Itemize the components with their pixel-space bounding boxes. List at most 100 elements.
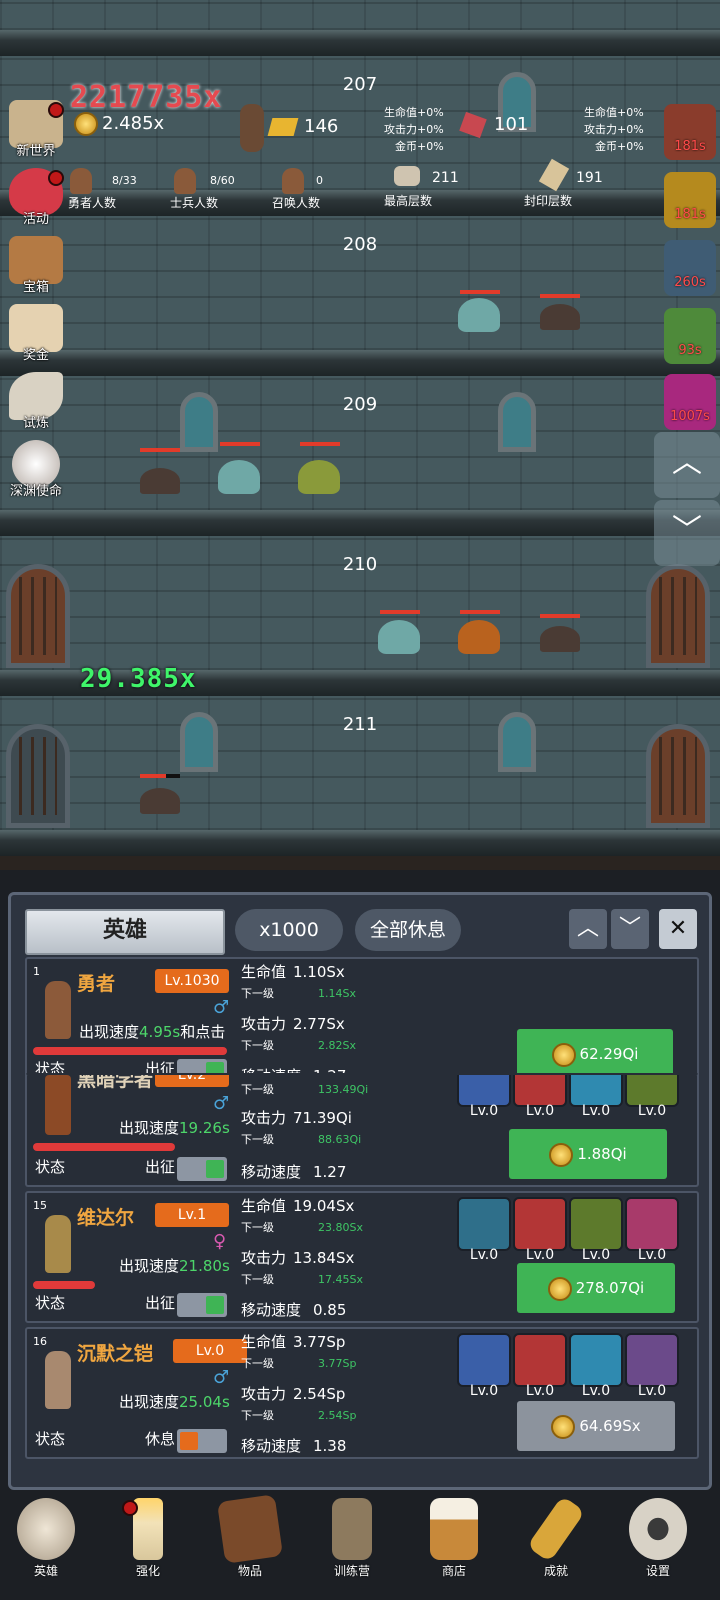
coin-icon: [551, 1414, 576, 1439]
nav-achievements[interactable]: 成就: [516, 1495, 596, 1579]
tab-hero[interactable]: 英雄: [25, 909, 225, 955]
nav-upgrade[interactable]: 强化: [108, 1498, 188, 1579]
hero-card[interactable]: 16 沉默之铠 Lv.0 ♂ 出现速度25.04s 状态 休息 生命值 3.77S…: [25, 1327, 699, 1459]
nav-hero[interactable]: 英雄: [6, 1498, 86, 1579]
damage-text: 29.385x: [80, 664, 197, 694]
hero-level-badge: Lv.0: [173, 1339, 247, 1363]
floor-211: 211: [0, 696, 720, 856]
multiplier-button[interactable]: x1000: [235, 909, 343, 951]
sortie-toggle[interactable]: [177, 1157, 227, 1181]
upgrade-button[interactable]: 62.29Qi: [517, 1029, 673, 1079]
spider-enemy[interactable]: [540, 304, 580, 330]
event-button[interactable]: 活动: [4, 168, 68, 230]
trial-button[interactable]: 试炼: [4, 372, 68, 434]
close-icon[interactable]: ✕: [659, 909, 697, 949]
floor-number: 209: [342, 394, 378, 415]
ranger-icon[interactable]: Lv.0: [625, 1075, 679, 1119]
hero-card[interactable]: 15 维达尔 Lv.1 ♀ 出现速度21.80s 状态 出征 生命值 19.04S…: [25, 1191, 699, 1323]
notification-dot: [122, 1500, 138, 1516]
hero-level-badge: Lv.2: [155, 1075, 229, 1087]
dual-sword-icon[interactable]: Lv.0: [569, 1197, 623, 1263]
hero-card[interactable]: 1 勇者 Lv.1030 ♂ 出现速度4.95s和点击 状态 出征 生命值 1.1…: [25, 957, 699, 1089]
gem-counter: 101: [459, 111, 528, 139]
notification-dot: [48, 170, 64, 186]
shield-icon[interactable]: Lv.0: [457, 1333, 511, 1399]
floor-209: 209: [0, 376, 720, 536]
spawn-speed: 出现速度19.26s: [119, 1119, 230, 1137]
male-icon: ♂: [213, 1093, 230, 1114]
state-label: 状态: [35, 1294, 66, 1312]
fire-arm-icon[interactable]: Lv.0: [457, 1075, 511, 1119]
sortie-label: 出征: [145, 1158, 176, 1176]
new-world-button[interactable]: 新世界: [4, 100, 68, 162]
gear-icon: [629, 1498, 687, 1560]
nav-training[interactable]: 训练营: [312, 1498, 392, 1579]
window: [180, 712, 218, 772]
scroll-down-button[interactable]: ﹀: [654, 500, 720, 566]
spider-enemy[interactable]: [140, 788, 180, 814]
floor-number: 210: [342, 554, 378, 575]
unit-count-row: 8/33 勇者人数 8/60 士兵人数 0 召唤人数: [60, 160, 360, 210]
reward-button[interactable]: 奖金: [4, 304, 68, 366]
enemy-hp-bar: [380, 610, 420, 614]
upgrade-button[interactable]: 278.07Qi: [517, 1263, 675, 1313]
slime-enemy[interactable]: [298, 460, 340, 494]
sword-icon[interactable]: Lv.0: [513, 1197, 567, 1263]
page-down-button[interactable]: ﹀: [611, 909, 649, 949]
hero-card[interactable]: 黑暗学者 Lv.2 ♂ 出现速度19.26s 状态 出征 下一级 133.49Qi…: [25, 1073, 699, 1187]
rest-all-button[interactable]: 全部休息: [355, 909, 461, 951]
hero-hp-bar: [33, 1143, 175, 1151]
enemy-hp-bar: [540, 294, 580, 298]
key-icon: [526, 1495, 586, 1563]
sword-icon[interactable]: Lv.0: [513, 1075, 567, 1119]
gauntlet-icon[interactable]: Lv.0: [569, 1333, 623, 1399]
nav-items[interactable]: 物品: [210, 1494, 290, 1579]
enemy-hp-bar: [460, 610, 500, 614]
boost-timer-button[interactable]: 1007s: [664, 374, 716, 430]
wing-boot-icon[interactable]: Lv.0: [569, 1075, 623, 1119]
nav-settings[interactable]: 设置: [618, 1498, 698, 1579]
upgrade-button[interactable]: 64.69Sx: [517, 1401, 675, 1451]
enemy-hp-bar: [300, 442, 340, 446]
spider-enemy[interactable]: [140, 468, 180, 494]
floor-stats-row: 211 最高层数 191 封印层数: [384, 158, 634, 210]
state-label: 状态: [35, 1430, 66, 1448]
notification-dot: [48, 102, 64, 118]
nav-shop[interactable]: 商店: [414, 1498, 494, 1579]
upgrade-button[interactable]: 1.88Qi: [509, 1129, 667, 1179]
sword-icon[interactable]: Lv.0: [513, 1333, 567, 1399]
slime-enemy[interactable]: [458, 298, 500, 332]
spider-enemy[interactable]: [540, 626, 580, 652]
beer-icon: [430, 1498, 478, 1560]
floor-206: [0, 0, 720, 56]
hero-hp-bar: [33, 1047, 227, 1055]
dungeon-view: 207 208 209 210 211 2217735x 29.385x 2.4…: [0, 0, 720, 870]
boost-timer-button[interactable]: 181s: [664, 172, 716, 228]
stone-icon: [394, 166, 420, 186]
sortie-toggle[interactable]: [177, 1429, 227, 1453]
assassin-icon[interactable]: Lv.0: [625, 1333, 679, 1399]
slime-enemy[interactable]: [378, 620, 420, 654]
bonus-list-right: 生命值+0% 攻击力+0% 金币+0%: [584, 106, 644, 153]
boot-icon[interactable]: Lv.0: [625, 1197, 679, 1263]
coin-icon: [551, 1042, 576, 1067]
abyss-mission-button[interactable]: 深渊使命: [4, 440, 68, 502]
poison-shield-icon[interactable]: Lv.0: [457, 1197, 511, 1263]
enemy-hp-bar: [460, 290, 500, 294]
boost-timer-button[interactable]: 260s: [664, 240, 716, 296]
right-door: [646, 724, 710, 828]
hero-sprite: [240, 104, 264, 152]
page-up-button[interactable]: ︿: [569, 909, 607, 949]
gold-counter: 2.485x: [74, 112, 164, 136]
slime-enemy[interactable]: [218, 460, 260, 494]
boost-timer-button[interactable]: 181s: [664, 104, 716, 160]
chest-button[interactable]: 宝箱: [4, 236, 68, 298]
dungeon-floor-edge: [0, 856, 720, 870]
sortie-toggle[interactable]: [177, 1293, 227, 1317]
boost-timer-button[interactable]: 93s: [664, 308, 716, 364]
hero-name: 黑暗学者: [77, 1073, 154, 1091]
hero-panel: 英雄 x1000 全部休息 ︿ ﹀ ✕ 1 勇者 Lv.1030 ♂ 出现速度4…: [8, 892, 712, 1490]
male-icon: ♂: [213, 1367, 230, 1388]
scroll-up-button[interactable]: ︿: [654, 432, 720, 498]
slime-enemy[interactable]: [458, 620, 500, 654]
